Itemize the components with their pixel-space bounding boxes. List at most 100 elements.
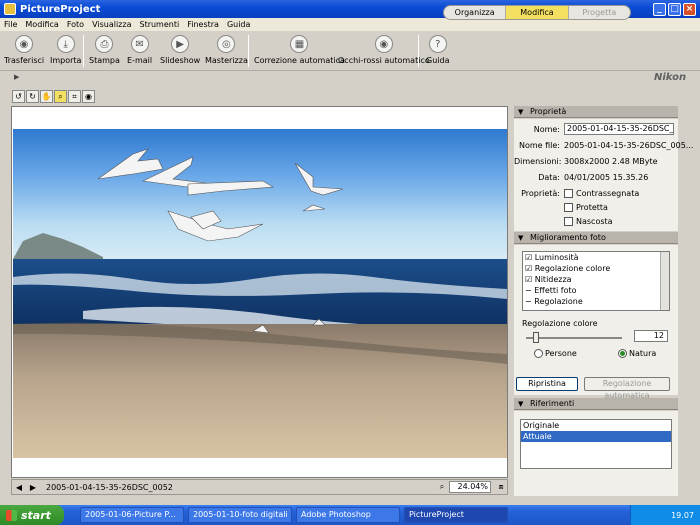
tray-clock: 19.07 xyxy=(671,510,694,520)
menu-guida[interactable]: Guida xyxy=(223,20,254,29)
rotate-left-icon[interactable]: ↺ xyxy=(12,90,25,103)
menu-finestra[interactable]: Finestra xyxy=(183,20,223,29)
trasferisci-label: Trasferisci xyxy=(4,56,45,65)
list-item-attuale[interactable]: Attuale xyxy=(521,431,671,442)
dash-icon: − xyxy=(525,297,532,306)
list-item[interactable]: ☑ Nitidezza xyxy=(523,274,669,285)
nome-field[interactable]: 2005-01-04-15-35-26DSC_0052 xyxy=(564,123,674,135)
radio-natura[interactable] xyxy=(618,349,627,358)
enhancement-list[interactable]: ☑ Luminosità ☑ Regolazione colore ☑ Niti… xyxy=(522,251,670,311)
taskbar-item[interactable]: 2005-01-06-Picture P... xyxy=(80,507,184,523)
maximize-button[interactable]: □ xyxy=(668,2,681,16)
list-scrollbar[interactable] xyxy=(660,252,669,310)
import-icon: ⤓ xyxy=(56,35,75,53)
masterizza-label: Masterizza xyxy=(205,56,248,65)
start-button[interactable]: start xyxy=(0,505,64,525)
menu-file[interactable]: File xyxy=(0,20,21,29)
hand-icon[interactable]: ✋ xyxy=(40,90,53,103)
trasferisci-button[interactable]: ◉ Trasferisci xyxy=(4,35,44,65)
toolbar-divider xyxy=(248,35,249,67)
correzione-button[interactable]: ▦ Correzione automatica xyxy=(254,35,345,65)
nascosta-label: Nascosta xyxy=(576,217,613,226)
help-icon: ? xyxy=(428,35,447,53)
list-item[interactable]: − Regolazione xyxy=(523,296,669,307)
nascosta-checkbox[interactable] xyxy=(564,217,573,226)
section-miglioramento-header[interactable]: ▼ Miglioramento foto xyxy=(514,232,678,244)
main-toolbar: ◉ Trasferisci ⤓ Importa ⎙ Stampa ✉ E-mai… xyxy=(0,31,700,71)
crop-icon[interactable]: ⌗ xyxy=(68,90,81,103)
image-viewer[interactable] xyxy=(11,106,508,478)
taskbar-item[interactable]: 2005-01-10-foto digitali xyxy=(188,507,292,523)
section-riferimenti-header[interactable]: ▼ Riferimenti xyxy=(514,398,678,410)
contrassegnata-checkbox[interactable] xyxy=(564,189,573,198)
masterizza-button[interactable]: ◎ Masterizza xyxy=(205,35,248,65)
list-item-label: Effetti foto xyxy=(534,286,577,295)
minimize-button[interactable]: _ xyxy=(653,2,666,16)
data-label: Data: xyxy=(538,173,560,182)
email-button[interactable]: ✉ E-mail xyxy=(127,35,152,65)
occhi-rossi-label: Occhi-rossi automatico xyxy=(338,56,430,65)
tab-organizza[interactable]: Organizza xyxy=(444,6,507,19)
dash-icon: − xyxy=(525,286,532,295)
ripristina-button[interactable]: Ripristina xyxy=(516,377,578,391)
slideshow-icon: ▶ xyxy=(171,35,190,53)
expand-arrow-icon[interactable]: ▶ xyxy=(14,73,19,81)
list-item-label: Regolazione xyxy=(534,297,583,306)
image-filename: 2005-01-04-15-35-26DSC_0052 xyxy=(46,482,173,492)
data-value: 04/01/2005 15.35.26 xyxy=(564,173,649,182)
tab-modifica[interactable]: Modifica xyxy=(506,6,569,19)
list-item-label: Regolazione colore xyxy=(534,264,611,273)
slideshow-button[interactable]: ▶ Slideshow xyxy=(160,35,200,65)
collapse-icon: ▼ xyxy=(518,108,524,116)
tab-progetta[interactable]: Progetta xyxy=(569,6,630,19)
occhi-rossi-button[interactable]: ◉ Occhi-rossi automatico xyxy=(338,35,430,65)
importa-button[interactable]: ⤓ Importa xyxy=(50,35,81,65)
section-proprieta-title: Proprietà xyxy=(530,107,567,116)
regolazione-value-field[interactable]: 12 xyxy=(634,330,668,342)
regolazione-slider-track[interactable] xyxy=(526,337,622,339)
list-item[interactable]: ☑ Regolazione colore xyxy=(523,263,669,274)
list-item-originale[interactable]: Originale xyxy=(521,420,671,431)
menu-modifica[interactable]: Modifica xyxy=(21,20,62,29)
section-miglioramento-body: ☑ Luminosità ☑ Regolazione colore ☑ Niti… xyxy=(514,245,678,400)
stampa-button[interactable]: ⎙ Stampa xyxy=(89,35,120,65)
slideshow-label: Slideshow xyxy=(160,56,201,65)
importa-label: Importa xyxy=(50,56,82,65)
protetta-label: Protetta xyxy=(576,203,608,212)
photo xyxy=(13,129,507,458)
menu-strumenti[interactable]: Strumenti xyxy=(135,20,183,29)
regolazione-slider-thumb[interactable] xyxy=(532,332,539,343)
radio-persone[interactable] xyxy=(534,349,543,358)
riferimenti-list[interactable]: Originale Attuale xyxy=(520,419,672,469)
next-arrow-icon[interactable]: ▶ xyxy=(26,483,40,492)
protetta-checkbox[interactable] xyxy=(564,203,573,212)
checkbox-checked-icon: ☑ xyxy=(525,275,533,284)
toolbar-divider xyxy=(418,35,419,67)
previous-arrow-icon[interactable]: ◀ xyxy=(12,483,26,492)
zoom-field[interactable]: 24.04% xyxy=(449,481,491,493)
taskbar-item-active[interactable]: PictureProject xyxy=(404,507,508,523)
proprieta-label: Proprietà: xyxy=(521,189,560,198)
right-panel: ▼ Proprietà Nome: 2005-01-04-15-35-26DSC… xyxy=(514,106,693,496)
zoom-icon[interactable]: ⌕ xyxy=(54,90,67,103)
section-proprieta-header[interactable]: ▼ Proprietà xyxy=(514,106,678,118)
taskbar-item[interactable]: Adobe Photoshop xyxy=(296,507,400,523)
email-label: E-mail xyxy=(127,56,153,65)
menu-foto[interactable]: Foto xyxy=(63,20,88,29)
correzione-label: Correzione automatica xyxy=(254,56,345,65)
guida-label: Guida xyxy=(426,56,450,65)
regolazione-automatica-button[interactable]: Regolazione automatica xyxy=(584,377,670,400)
rotate-right-icon[interactable]: ↻ xyxy=(26,90,39,103)
guida-button[interactable]: ? Guida xyxy=(426,35,449,65)
magnifier-icon[interactable]: ⌕ xyxy=(435,482,449,492)
radio-selected-dot xyxy=(620,351,625,356)
red-eye-icon[interactable]: ◉ xyxy=(82,90,95,103)
stampa-label: Stampa xyxy=(89,56,120,65)
regolazione-colore-label: Regolazione colore xyxy=(522,319,598,328)
close-button[interactable]: × xyxy=(683,2,696,16)
menu-visualizza[interactable]: Visualizza xyxy=(88,20,135,29)
list-item[interactable]: − Effetti foto xyxy=(523,285,669,296)
radio-natura-label: Natura xyxy=(629,349,657,358)
list-item[interactable]: ☑ Luminosità xyxy=(523,252,669,263)
fit-window-icon[interactable]: ⧈ xyxy=(495,482,507,492)
